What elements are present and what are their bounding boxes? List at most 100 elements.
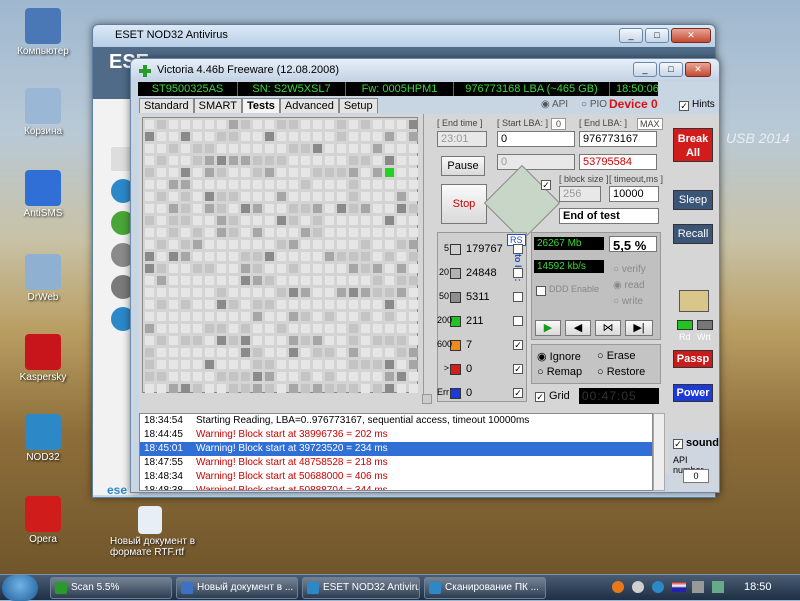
grid-block bbox=[229, 132, 238, 141]
recall-button[interactable]: Recall bbox=[673, 224, 713, 244]
pio-radio[interactable]: ○ PIO bbox=[581, 99, 607, 110]
read-radio[interactable]: ◉ read bbox=[613, 280, 645, 291]
taskbar-item[interactable]: Scan 5.5% bbox=[50, 577, 172, 599]
pause-button[interactable]: Pause bbox=[441, 156, 485, 176]
tab-standard[interactable]: Standard bbox=[139, 98, 194, 113]
taskbar-item[interactable]: Новый документ в ... bbox=[176, 577, 298, 599]
grid-block bbox=[289, 216, 298, 225]
erase-radio[interactable]: ○ Erase bbox=[597, 350, 635, 362]
log-checkbox[interactable]: ✓ bbox=[513, 364, 523, 374]
eset-tray-icon[interactable] bbox=[652, 581, 664, 593]
grid-block bbox=[265, 228, 274, 237]
maximize-button[interactable]: □ bbox=[659, 62, 683, 77]
grid-block bbox=[409, 228, 418, 237]
log-row[interactable]: 18:45:01 Warning! Block start at 39723520… bbox=[140, 442, 652, 456]
start-button[interactable] bbox=[2, 575, 38, 601]
tab-advanced[interactable]: Advanced bbox=[279, 98, 339, 113]
sound-checkbox[interactable]: ✓ bbox=[673, 439, 683, 449]
end-lba-max-button[interactable]: MAX bbox=[637, 118, 663, 130]
taskbar-item[interactable]: ESET NOD32 Antivirus bbox=[302, 577, 420, 599]
desktop-icon[interactable]: Новый документ в формате RTF.rtf bbox=[110, 506, 196, 558]
rewind-button[interactable]: ◀ bbox=[565, 320, 591, 336]
direction-pad[interactable] bbox=[483, 164, 561, 242]
usb-icon[interactable] bbox=[712, 581, 724, 593]
hints-checkbox[interactable]: ✓ bbox=[679, 101, 689, 111]
language-flag-icon[interactable] bbox=[672, 582, 686, 592]
stop-button[interactable]: Stop bbox=[441, 184, 487, 224]
sleep-button[interactable]: Sleep bbox=[673, 190, 713, 210]
taskbar-clock[interactable]: 18:50 bbox=[744, 581, 772, 593]
grid-block bbox=[205, 348, 214, 357]
restore-radio[interactable]: ○ Restore bbox=[597, 366, 645, 378]
browser-tray-icon[interactable] bbox=[612, 581, 624, 593]
event-log[interactable]: 18:34:54 Starting Reading, LBA=0..9767731… bbox=[139, 413, 653, 491]
log-row[interactable]: 18:34:54 Starting Reading, LBA=0..9767731… bbox=[140, 414, 652, 428]
desktop-icon[interactable]: Opera bbox=[8, 496, 78, 545]
desktop-icon[interactable]: Компьютер bbox=[8, 8, 78, 57]
log-checkbox[interactable] bbox=[513, 244, 523, 254]
desktop-icon[interactable]: AntiSMS bbox=[8, 170, 78, 219]
speaker-icon[interactable] bbox=[692, 581, 704, 593]
api-radio[interactable]: ◉ API bbox=[541, 99, 568, 110]
tab-tests[interactable]: Tests bbox=[241, 98, 280, 113]
log-checkbox[interactable]: ✓ bbox=[513, 388, 523, 398]
end-time-field[interactable]: 23:01 bbox=[437, 131, 487, 147]
grid-block bbox=[229, 228, 238, 237]
start-lba-field[interactable]: 0 bbox=[497, 131, 575, 147]
desktop-icon[interactable]: NOD32 bbox=[8, 414, 78, 463]
grid-block bbox=[265, 384, 274, 393]
timeout-field[interactable]: 10000 bbox=[609, 186, 659, 202]
log-row[interactable]: 18:48:38 Warning! Block start at 50888704… bbox=[140, 484, 652, 490]
maximize-button[interactable]: □ bbox=[645, 28, 669, 43]
block-size-field[interactable]: 256 bbox=[559, 186, 601, 202]
log-checkbox[interactable] bbox=[513, 316, 523, 326]
close-button[interactable]: ✕ bbox=[671, 28, 711, 43]
verify-radio[interactable]: ○ verify bbox=[613, 264, 646, 275]
grid-block bbox=[301, 228, 310, 237]
network-tray-icon[interactable] bbox=[632, 581, 644, 593]
ignore-radio[interactable]: ◉ Ignore bbox=[537, 350, 581, 363]
play-button[interactable]: ▶ bbox=[535, 320, 561, 336]
grid-scrollbar[interactable] bbox=[422, 394, 432, 404]
minimize-button[interactable]: _ bbox=[633, 62, 657, 77]
skip-button[interactable]: ⋈ bbox=[595, 320, 621, 336]
log-scrollbar[interactable] bbox=[653, 413, 665, 491]
end-lba-field[interactable]: 976773167 bbox=[579, 131, 657, 147]
desktop-icon[interactable]: Kaspersky bbox=[8, 334, 78, 383]
tab-setup[interactable]: Setup bbox=[338, 98, 378, 113]
taskbar-item-label: Новый документ в ... bbox=[197, 582, 294, 593]
grid-checkbox[interactable]: ✓ bbox=[535, 392, 545, 402]
passp-button[interactable]: Passp bbox=[673, 350, 713, 368]
desktop-icon[interactable]: Корзина bbox=[8, 88, 78, 137]
tab-smart[interactable]: SMART bbox=[193, 98, 242, 113]
write-radio[interactable]: ○ write bbox=[613, 296, 643, 307]
end-button[interactable]: ▶| bbox=[625, 320, 653, 336]
log-checkbox[interactable] bbox=[513, 268, 523, 278]
grid-block bbox=[385, 288, 394, 297]
desktop-icon[interactable]: DrWeb bbox=[8, 254, 78, 303]
ddd-checkbox[interactable] bbox=[536, 286, 546, 296]
grid-block bbox=[289, 228, 298, 237]
minimize-button[interactable]: _ bbox=[619, 28, 643, 43]
grid-block bbox=[409, 384, 418, 393]
grid-block bbox=[373, 360, 382, 369]
grid-block bbox=[181, 156, 190, 165]
log-row[interactable]: 18:44:45 Warning! Block start at 38996736… bbox=[140, 428, 652, 442]
grid-block bbox=[217, 312, 226, 321]
log-checkbox[interactable]: ✓ bbox=[513, 340, 523, 350]
mode-select[interactable]: End of test bbox=[559, 208, 659, 224]
log-checkbox[interactable] bbox=[513, 292, 523, 302]
power-button[interactable]: Power bbox=[673, 384, 713, 402]
api-number-field[interactable]: 0 bbox=[683, 469, 709, 483]
log-row[interactable]: 18:48:34 Warning! Block start at 50688000… bbox=[140, 470, 652, 484]
direction-checkbox[interactable]: ✓ bbox=[541, 180, 551, 190]
break-all-button[interactable]: Break All bbox=[673, 128, 713, 162]
victoria-title-bar[interactable]: Victoria 4.46b Freeware (12.08.2008) bbox=[131, 59, 719, 81]
close-button[interactable]: ✕ bbox=[685, 62, 711, 77]
taskbar-item[interactable]: Сканирование ПК ... bbox=[424, 577, 546, 599]
remap-radio[interactable]: ○ Remap bbox=[537, 366, 582, 378]
hints-label: Hints bbox=[692, 99, 715, 110]
log-row[interactable]: 18:47:55 Warning! Block start at 48758528… bbox=[140, 456, 652, 470]
start-lba-zero-button[interactable]: 0 bbox=[551, 118, 567, 130]
grid-block bbox=[157, 240, 166, 249]
